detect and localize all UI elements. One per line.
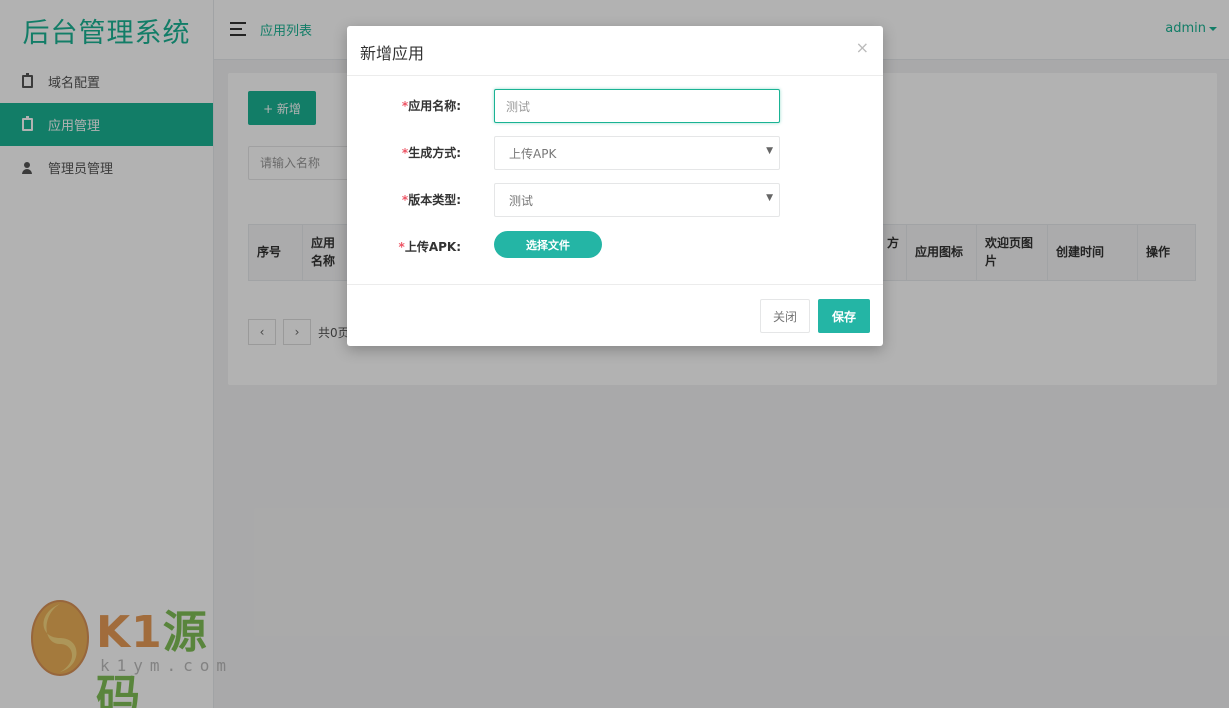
gen-method-label: *生成方式: <box>401 146 461 160</box>
chevron-down-icon: ▼ <box>766 146 773 156</box>
choose-file-button[interactable]: 选择文件 <box>494 231 602 258</box>
modal-header: 新增应用 × <box>347 26 883 76</box>
version-type-select[interactable]: 测试 ▼ <box>494 183 780 217</box>
modal-footer: 关闭 保存 <box>347 284 883 346</box>
upload-apk-label: *上传APK: <box>398 240 461 254</box>
gen-method-select[interactable]: 上传APK ▼ <box>494 136 780 170</box>
add-app-modal: 新增应用 × *应用名称: *生成方式: 上传APK ▼ *版本类型: 测试 ▼… <box>347 26 883 346</box>
modal-title: 新增应用 <box>360 44 425 63</box>
version-type-label: *版本类型: <box>401 193 461 207</box>
chevron-down-icon: ▼ <box>766 193 773 203</box>
form-row-gen-method: *生成方式: 上传APK ▼ <box>347 136 883 170</box>
version-type-selected: 测试 <box>509 193 534 208</box>
close-icon[interactable]: × <box>856 38 869 57</box>
save-button[interactable]: 保存 <box>818 299 870 333</box>
app-name-label: *应用名称: <box>401 99 461 113</box>
gen-method-selected: 上传APK <box>509 146 557 161</box>
form-row-app-name: *应用名称: <box>347 89 883 123</box>
form-row-version-type: *版本类型: 测试 ▼ <box>347 183 883 217</box>
form-row-upload-apk: *上传APK: 选择文件 <box>347 231 883 265</box>
app-name-input[interactable] <box>494 89 780 123</box>
close-button[interactable]: 关闭 <box>760 299 810 333</box>
